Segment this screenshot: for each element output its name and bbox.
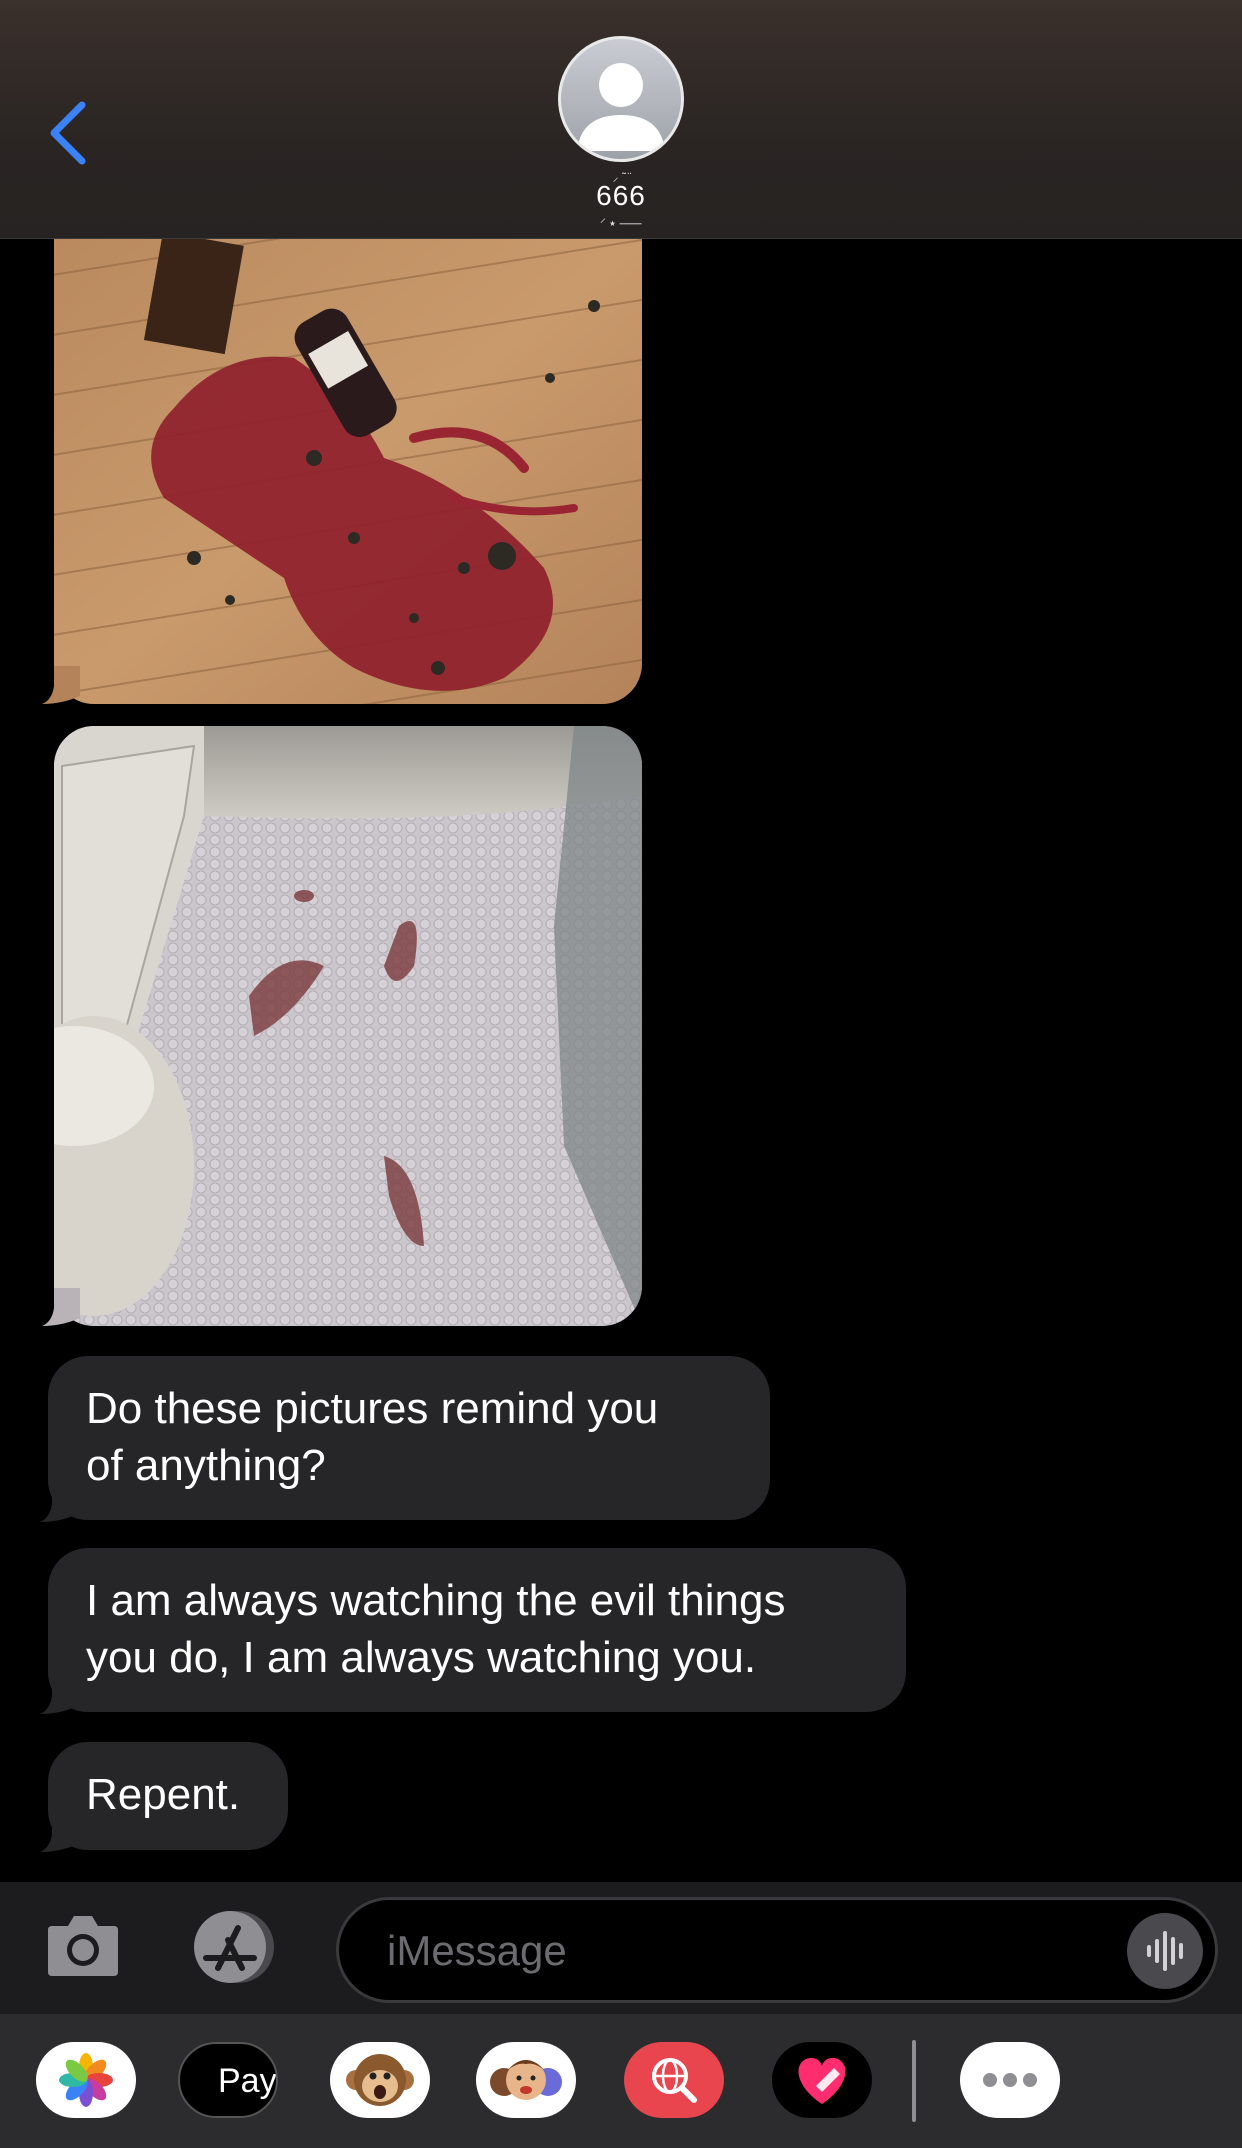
waveform-icon[interactable]: [1127, 1913, 1203, 1989]
compose-bar: [0, 1882, 1242, 2014]
message-input[interactable]: [385, 1920, 1089, 1982]
message-text-line: Do these pictures remind you: [86, 1384, 659, 1433]
message-bubble[interactable]: I am always watching the evil things you…: [48, 1548, 906, 1712]
message-text-line: Repent.: [86, 1770, 241, 1819]
footprints-photo: [54, 726, 642, 1326]
message-text-line: of anything?: [86, 1441, 326, 1490]
bubble-tail: [40, 1484, 78, 1522]
image-message-footprints[interactable]: [54, 726, 642, 1326]
conversation-header: ⸝ ˜ ̈ 666 ⸍ ⭑ ⸺: [0, 0, 1242, 239]
message-text-line: you do, I am always watching you.: [86, 1633, 757, 1682]
waveform-glyph: [1147, 1931, 1183, 1971]
digital-touch-icon[interactable]: [772, 2042, 872, 2118]
camera-icon[interactable]: [46, 1912, 120, 1978]
globe-magnifier-glyph: [652, 2058, 697, 2103]
drawer-divider: [912, 2040, 916, 2122]
message-field[interactable]: [336, 1897, 1218, 2003]
chevron-left-icon[interactable]: [40, 95, 100, 175]
message-text-line: I am always watching the evil things: [86, 1576, 786, 1625]
app-drawer: Pay: [0, 2014, 1242, 2148]
memoji-faces-glyph: [490, 2060, 562, 2100]
app-store-icon[interactable]: [188, 1910, 288, 1984]
memoji-icon[interactable]: [476, 2042, 576, 2118]
contact-name-decoration-bottom: ⸍ ⭑ ⸺: [599, 216, 643, 230]
contact-avatar[interactable]: [558, 36, 684, 162]
image-search-icon[interactable]: [624, 2042, 724, 2118]
apple-pay-label: Pay: [218, 2062, 277, 2100]
wine-spill-photo: [54, 238, 642, 704]
ellipsis-glyph: [983, 2073, 1037, 2087]
heart-glyph: [798, 2057, 846, 2104]
bubble-tail: [40, 1676, 78, 1714]
bubble-tail: [42, 1288, 80, 1326]
photos-icon[interactable]: [36, 2042, 136, 2118]
message-bubble[interactable]: Repent.: [48, 1742, 288, 1850]
photos-flower-glyph: [59, 2053, 113, 2107]
more-icon[interactable]: [960, 2042, 1060, 2118]
image-message-wine-spill[interactable]: [54, 238, 642, 704]
bubble-tail: [42, 666, 80, 704]
person-placeholder-icon: [577, 63, 665, 151]
bubble-tail: [40, 1814, 78, 1852]
monkey-face-glyph: [346, 2054, 414, 2106]
message-bubble[interactable]: Do these pictures remind you of anything…: [48, 1356, 770, 1520]
apple-pay-icon[interactable]: Pay: [178, 2042, 278, 2118]
contact-name[interactable]: 666: [0, 180, 1242, 212]
animoji-icon[interactable]: [330, 2042, 430, 2118]
